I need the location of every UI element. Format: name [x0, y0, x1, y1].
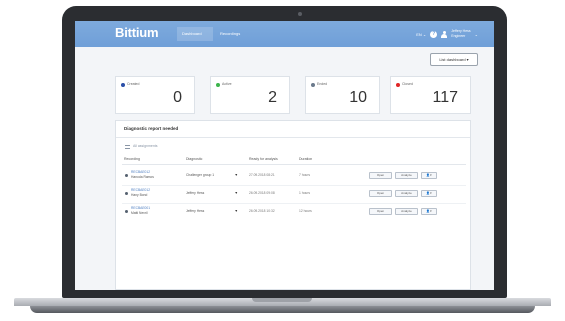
- help-icon[interactable]: ?: [430, 30, 438, 38]
- status-dot-icon: [216, 83, 220, 87]
- status-dot-icon: [396, 83, 400, 87]
- app-logo[interactable]: Bittium: [115, 25, 159, 40]
- status-dot-icon: [125, 210, 128, 213]
- laptop-notch: [252, 298, 312, 302]
- status-dot-icon: [311, 83, 315, 87]
- patient-name: Hany Bond: [131, 192, 148, 197]
- ready-date: 26.09.2018 10:32: [249, 209, 275, 213]
- tab-dashboard[interactable]: Dashboard: [177, 27, 213, 41]
- laptop-base-edge: [30, 306, 535, 313]
- recording-cell[interactable]: RECBAE012 Hanoda Ramos: [131, 170, 154, 179]
- chevron-down-icon: ▼: [234, 173, 238, 177]
- diagnostic-select[interactable]: Jeffery Hess ▼: [186, 190, 238, 197]
- status-label: Ended: [317, 82, 328, 86]
- table-row[interactable]: RECBAE012 Hany Bond Jeffery Hess ▼ 26.09…: [116, 185, 472, 203]
- status-count: 2: [268, 89, 277, 106]
- app-screen: Bittium Dashboard Recordings EN ⌄ ? Jeff…: [75, 21, 494, 290]
- language-selector[interactable]: EN ⌄: [416, 32, 426, 37]
- analyze-button[interactable]: Analyze: [395, 172, 418, 179]
- column-header-duration[interactable]: Duration: [299, 157, 312, 161]
- user-menu[interactable]: Jeffery Hess Engineer: [451, 29, 470, 39]
- assign-user-button[interactable]: 👤▾: [421, 172, 437, 179]
- status-count: 117: [432, 89, 458, 106]
- divider: [122, 164, 466, 165]
- status-dot-icon: [121, 83, 125, 87]
- status-dot-icon: [125, 174, 128, 177]
- diagnostic-report-panel: Diagnostic report needed All assignments…: [115, 120, 471, 290]
- table-row[interactable]: RECBAE001 Matti Nevril Jeffery Hess ▼ 26…: [116, 203, 472, 221]
- diagnostic-select[interactable]: Jeffery Hess ▼: [186, 208, 238, 215]
- top-navigation-bar: Bittium Dashboard Recordings EN ⌄ ? Jeff…: [75, 21, 494, 47]
- duration: 7 hours: [299, 173, 310, 177]
- open-button[interactable]: Open: [369, 172, 392, 179]
- list-dashboard-button[interactable]: List dashboard ▾: [430, 53, 478, 66]
- column-header-diagnostic[interactable]: Diagnostic: [186, 157, 202, 161]
- duration: 12 hours: [299, 209, 312, 213]
- assign-user-button[interactable]: 👤▾: [421, 190, 437, 197]
- user-icon: [441, 30, 448, 38]
- open-button[interactable]: Open: [369, 190, 392, 197]
- all-assignments-link[interactable]: All assignments: [133, 144, 158, 148]
- chevron-down-icon: ▼: [234, 191, 238, 195]
- user-area: EN ⌄ ? Jeffery Hess Engineer ⌄: [416, 27, 478, 41]
- ready-date: 27.09.2018 08:21: [249, 173, 275, 177]
- status-count: 0: [173, 89, 182, 106]
- divider: [116, 137, 470, 138]
- table-row[interactable]: RECBAE012 Hanoda Ramos Challenger group …: [116, 167, 472, 185]
- status-card-active[interactable]: Active 2: [210, 76, 290, 114]
- analyze-button[interactable]: Analyze: [395, 190, 418, 197]
- status-label: Created: [127, 82, 140, 86]
- ready-date: 26.09.2018 09:08: [249, 191, 275, 195]
- webcam: [298, 12, 302, 16]
- status-card-ended[interactable]: Ended 10: [305, 76, 380, 114]
- list-icon: [125, 145, 130, 149]
- status-count: 10: [349, 89, 367, 106]
- chevron-down-icon: ▼: [234, 209, 238, 213]
- diagnostic-value: Jeffery Hess: [186, 191, 205, 195]
- diagnostic-select[interactable]: Challenger group 1 ▼: [186, 172, 238, 179]
- assign-user-button[interactable]: 👤▾: [421, 208, 437, 215]
- recording-cell[interactable]: RECBAE001 Matti Nevril: [131, 206, 150, 215]
- panel-title: Diagnostic report needed: [124, 126, 179, 131]
- user-role: Engineer: [451, 34, 466, 38]
- duration: 1 hours: [299, 191, 310, 195]
- patient-name: Matti Nevril: [131, 210, 148, 215]
- status-label: Active: [222, 82, 232, 86]
- analyze-button[interactable]: Analyze: [395, 208, 418, 215]
- open-button[interactable]: Open: [369, 208, 392, 215]
- column-header-ready[interactable]: Ready for analysis: [249, 157, 278, 161]
- tab-recordings[interactable]: Recordings: [215, 27, 253, 41]
- recording-cell[interactable]: RECBAE012 Hany Bond: [131, 188, 150, 197]
- status-dot-icon: [125, 192, 128, 195]
- patient-name: Hanoda Ramos: [131, 174, 154, 179]
- status-card-created[interactable]: Created 0: [115, 76, 195, 114]
- column-header-recording[interactable]: Recording: [124, 157, 140, 161]
- diagnostic-value: Jeffery Hess: [186, 209, 205, 213]
- status-card-closed[interactable]: Closed 117: [390, 76, 471, 114]
- chevron-down-icon[interactable]: ⌄: [475, 32, 478, 37]
- diagnostic-value: Challenger group 1: [186, 173, 215, 177]
- status-label: Closed: [402, 82, 413, 86]
